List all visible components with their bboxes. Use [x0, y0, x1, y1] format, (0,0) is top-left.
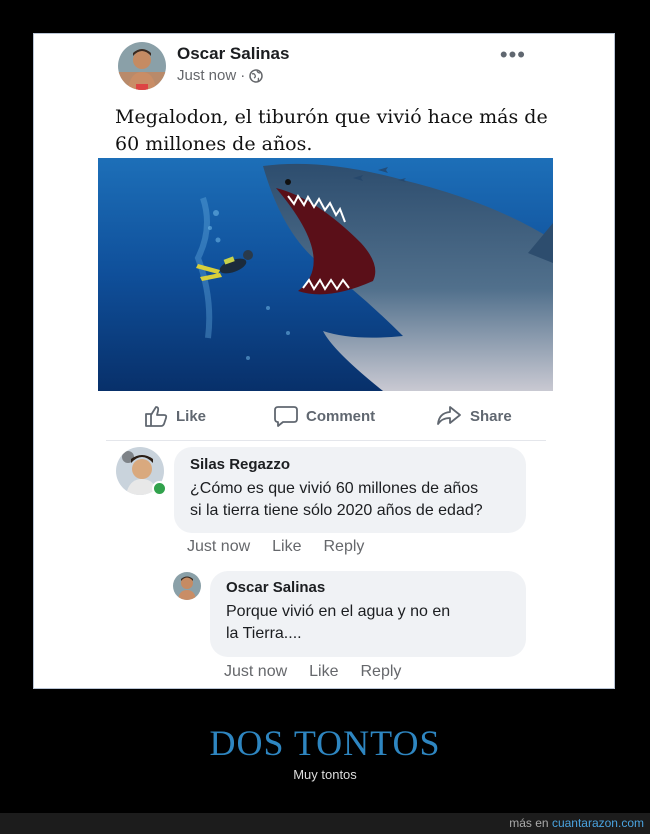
meme-caption-title: DOS TONTOS: [209, 723, 441, 763]
comment-text-line-2: si la tierra tiene sólo 2020 años de eda…: [190, 502, 483, 519]
comment-button[interactable]: Comment: [274, 405, 375, 427]
post-action-bar: Like Comment Share: [34, 399, 614, 435]
post-meta: Just now ·: [177, 67, 263, 84]
post-text: Megalodon, el tiburón que vivió hace más…: [115, 106, 548, 155]
reply-reply-link[interactable]: Reply: [361, 663, 402, 681]
comment-actions-silas: Just now Like Reply: [187, 538, 364, 556]
reply-like-link[interactable]: Like: [309, 663, 338, 681]
meme-caption-subtitle: Muy tontos: [293, 767, 357, 782]
footer-prefix: más en: [509, 816, 549, 830]
online-status-indicator: [152, 481, 167, 496]
comment-timestamp[interactable]: Just now: [187, 538, 250, 556]
reply-actions-oscar: Just now Like Reply: [224, 663, 401, 681]
comment-reply-link[interactable]: Reply: [324, 538, 365, 556]
footer-site-link[interactable]: cuantarazon.com: [552, 816, 644, 830]
site-footer: más en cuantarazon.com: [0, 813, 650, 834]
comment-text-line-1: ¿Cómo es que vivió 60 millones de años: [190, 480, 479, 497]
more-options-icon[interactable]: •••: [500, 42, 526, 68]
replier-avatar-oscar[interactable]: [173, 572, 201, 600]
reply-text-line-1: Porque vivió en el agua y no en: [226, 603, 451, 620]
comment-bubble-icon: [274, 406, 298, 427]
reply-text-line-2: la Tierra....: [226, 625, 302, 642]
globe-icon: [249, 68, 263, 83]
comment-bubble-silas[interactable]: Silas Regazzo ¿Cómo es que vivió 60 mill…: [174, 447, 526, 533]
facebook-post-card: Oscar Salinas Just now · ••• Megalodon, …: [33, 33, 615, 689]
post-timestamp[interactable]: Just now: [177, 67, 236, 84]
comment-label: Comment: [306, 407, 376, 425]
post-image-megalodon[interactable]: [98, 158, 553, 391]
meta-separator: ·: [240, 67, 246, 84]
share-label: Share: [470, 407, 512, 425]
like-label: Like: [176, 407, 207, 425]
share-button[interactable]: Share: [436, 405, 512, 427]
reply-bubble-oscar[interactable]: Oscar Salinas Porque vivió en el agua y …: [210, 571, 526, 657]
share-arrow-icon: [437, 406, 461, 425]
comment-like-link[interactable]: Like: [272, 538, 301, 556]
thumbs-up-icon: [145, 406, 168, 427]
reply-timestamp[interactable]: Just now: [224, 663, 287, 681]
like-button[interactable]: Like: [144, 405, 206, 427]
footer-text: más en cuantarazon.com: [509, 816, 644, 830]
comments-divider: [106, 440, 546, 441]
comment-author-name[interactable]: Silas Regazzo: [190, 456, 510, 473]
author-avatar[interactable]: [118, 42, 166, 90]
post-author-name[interactable]: Oscar Salinas: [177, 44, 289, 64]
reply-author-name[interactable]: Oscar Salinas: [226, 579, 510, 596]
